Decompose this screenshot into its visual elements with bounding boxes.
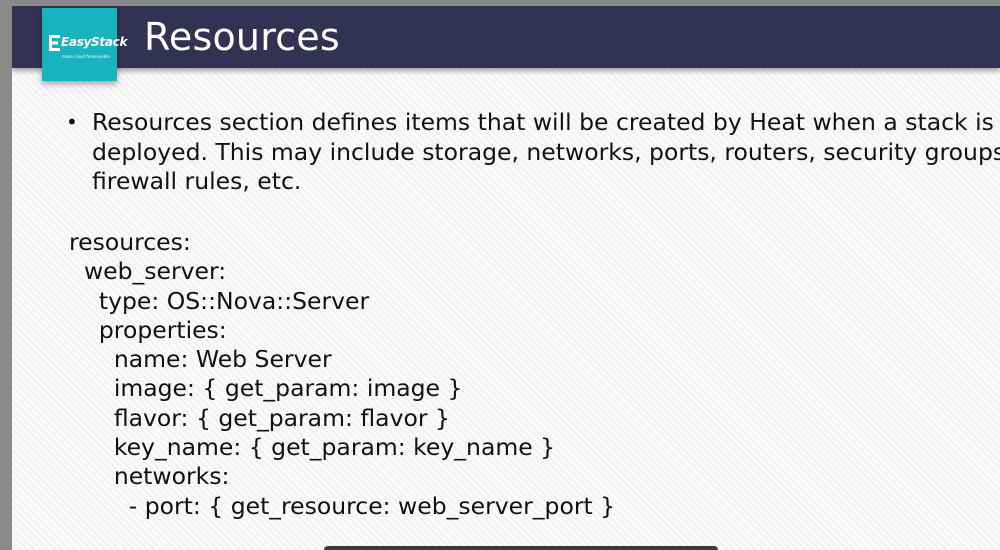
bullet-dot: •: [66, 110, 78, 134]
code-line: key_name: { get_param: key_name }: [69, 433, 556, 462]
code-line: - port: { get_resource: web_server_port …: [69, 491, 616, 520]
code-line: image: { get_param: image }: [69, 374, 463, 403]
code-line: properties:: [69, 315, 227, 344]
yaml-code-block: resources: web_server: type: OS::Nova::S…: [69, 228, 615, 521]
code-line: type: OS::Nova::Server: [69, 286, 370, 315]
easystack-logo-icon: [49, 35, 60, 51]
presentation-control-bar[interactable]: [324, 546, 718, 550]
code-line: flavor: { get_param: flavor }: [69, 403, 450, 432]
slide: Resources EasyStack make cloud foreseeab…: [12, 6, 1000, 550]
bullet-text: Resources section defines items that wil…: [92, 108, 1000, 195]
code-line: name: Web Server: [69, 345, 332, 374]
slide-title: Resources: [144, 15, 340, 59]
logo-tagline: make cloud foreseeable: [62, 54, 110, 59]
easystack-logo: EasyStack make cloud foreseeable: [42, 8, 127, 81]
code-line: resources:: [69, 228, 191, 256]
code-line: networks:: [69, 462, 230, 491]
title-bar: Resources: [12, 6, 1000, 68]
logo-brand-text: EasyStack: [61, 35, 128, 49]
code-line: web_server:: [69, 257, 227, 286]
